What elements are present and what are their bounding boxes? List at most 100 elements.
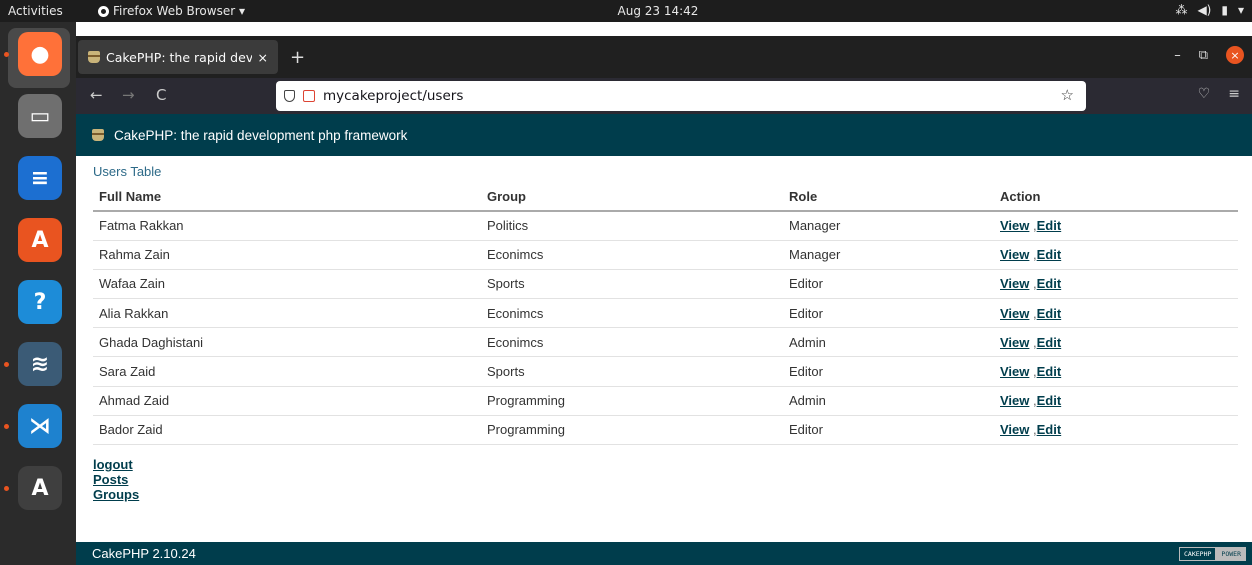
tracking-protection-icon[interactable] <box>284 90 295 102</box>
view-link[interactable]: View <box>1000 364 1029 379</box>
dock-writer-icon[interactable]: ≡ <box>18 156 62 200</box>
action-separator: , <box>1029 334 1037 350</box>
dock-help-icon[interactable]: ? <box>18 280 62 324</box>
url-bar[interactable]: mycakeproject/users ☆ <box>276 81 1086 111</box>
dock-vscode-icon[interactable]: ⋊ <box>18 404 62 448</box>
cell-role: Editor <box>783 356 994 387</box>
cell-group: Sports <box>481 269 783 300</box>
edit-link[interactable]: Edit <box>1037 306 1062 321</box>
action-separator: , <box>1029 422 1037 438</box>
cell-full-name: Ghada Daghistani <box>93 327 481 358</box>
edit-link[interactable]: Edit <box>1037 335 1062 350</box>
firefox-small-icon <box>98 5 109 17</box>
window-controls: – ⧉ × <box>1174 46 1244 64</box>
action-separator: , <box>1029 305 1037 321</box>
dock-files-icon[interactable]: ▭ <box>18 94 62 138</box>
cell-full-name: Wafaa Zain <box>93 269 481 300</box>
dock-firefox-icon[interactable]: ● <box>18 32 62 76</box>
edit-link[interactable]: Edit <box>1037 422 1062 437</box>
activities-button[interactable]: Activities <box>8 4 63 18</box>
column-header-full-name: Full Name <box>93 183 481 212</box>
column-header-role: Role <box>783 183 994 212</box>
url-text[interactable]: mycakeproject/users <box>323 88 463 104</box>
battery-icon: ▮ <box>1221 3 1228 17</box>
view-link[interactable]: View <box>1000 306 1029 321</box>
edit-link[interactable]: Edit <box>1037 364 1062 379</box>
back-button[interactable]: ← <box>90 86 103 104</box>
groups-link[interactable]: Groups <box>93 487 1238 502</box>
powered-by-badge[interactable]: CAKEPHP POWER <box>1179 547 1246 561</box>
posts-link[interactable]: Posts <box>93 472 1238 487</box>
navigation-bar: ← → C mycakeproject/users ☆ ♡ ≡ <box>76 78 1252 114</box>
view-link[interactable]: View <box>1000 335 1029 350</box>
tab-title: CakePHP: the rapid devel <box>106 49 252 65</box>
cell-group: Econimcs <box>481 240 783 270</box>
tab-cakephp[interactable]: CakePHP: the rapid devel × <box>78 40 278 74</box>
new-tab-button[interactable]: + <box>290 47 305 68</box>
bookmark-star-icon[interactable]: ☆ <box>1061 86 1074 104</box>
cell-group: Econimcs <box>481 327 783 358</box>
edit-link[interactable]: Edit <box>1037 393 1062 408</box>
restore-button[interactable]: ⧉ <box>1199 48 1208 63</box>
cell-full-name: Bador Zaid <box>93 415 481 446</box>
table-row: Alia Rakkan Econimcs Editor View ,Edit <box>93 298 1238 329</box>
cell-role: Editor <box>783 415 994 446</box>
view-link[interactable]: View <box>1000 276 1029 291</box>
dock-running-indicator <box>4 52 9 57</box>
cell-action: View ,Edit <box>994 415 1238 446</box>
table-row: Rahma Zain Econimcs Manager View ,Edit <box>93 240 1238 270</box>
tab-close-icon[interactable]: × <box>258 50 268 65</box>
action-separator: , <box>1029 247 1037 263</box>
header-title[interactable]: CakePHP: the rapid development php frame… <box>114 128 407 143</box>
cell-action: View ,Edit <box>994 240 1238 270</box>
cell-action: View ,Edit <box>994 269 1238 300</box>
logout-link[interactable]: logout <box>93 457 1238 472</box>
edit-link[interactable]: Edit <box>1037 276 1062 291</box>
cake-logo-icon <box>92 129 104 141</box>
forward-button[interactable]: → <box>122 86 135 104</box>
action-separator: , <box>1029 276 1037 292</box>
view-link[interactable]: View <box>1000 393 1029 408</box>
cell-group: Politics <box>481 211 783 241</box>
minimize-button[interactable]: – <box>1174 48 1181 63</box>
reload-button[interactable]: C <box>156 86 166 104</box>
dock-running-indicator <box>4 424 9 429</box>
app-menu[interactable]: Firefox Web Browser ▾ <box>98 4 245 18</box>
cell-group: Programming <box>481 386 783 416</box>
dock-software-icon[interactable]: A <box>18 218 62 262</box>
system-tray[interactable]: ⁂ ◀) ▮ ▾ <box>1175 3 1244 17</box>
cell-action: View ,Edit <box>994 327 1238 358</box>
powered-badge-right: POWER <box>1216 547 1246 561</box>
table-row: Ahmad Zaid Programming Admin View ,Edit <box>93 386 1238 416</box>
table-header-row: Full Name Group Role Action <box>93 183 1238 212</box>
dock-running-indicator <box>4 362 9 367</box>
pocket-icon[interactable]: ♡ <box>1198 86 1211 102</box>
content: Users Table Full Name Group Role Action … <box>93 164 1238 502</box>
view-link[interactable]: View <box>1000 247 1029 262</box>
tab-bar: CakePHP: the rapid devel × + – ⧉ × <box>76 36 1252 78</box>
system-top-bar: Activities Firefox Web Browser ▾ Aug 23 … <box>0 0 1252 22</box>
insecure-lock-icon[interactable] <box>303 90 315 102</box>
cell-group: Econimcs <box>481 298 783 329</box>
cell-role: Admin <box>783 386 994 416</box>
close-window-button[interactable]: × <box>1226 46 1244 64</box>
cell-group: Programming <box>481 415 783 446</box>
dock-updater-icon[interactable]: A <box>18 466 62 510</box>
view-link[interactable]: View <box>1000 422 1029 437</box>
clock[interactable]: Aug 23 14:42 <box>598 4 718 18</box>
cell-full-name: Rahma Zain <box>93 240 481 270</box>
table-row: Wafaa Zain Sports Editor View ,Edit <box>93 269 1238 300</box>
edit-link[interactable]: Edit <box>1037 218 1062 233</box>
column-header-action: Action <box>994 183 1238 212</box>
action-separator: , <box>1029 364 1037 380</box>
footer-links: logout Posts Groups <box>93 457 1238 502</box>
cake-header: CakePHP: the rapid development php frame… <box>76 114 1252 156</box>
cell-group: Sports <box>481 356 783 387</box>
app-menu-icon[interactable]: ≡ <box>1228 86 1240 102</box>
table-row: Bador Zaid Programming Editor View ,Edit <box>93 415 1238 446</box>
cell-full-name: Ahmad Zaid <box>93 386 481 416</box>
view-link[interactable]: View <box>1000 218 1029 233</box>
dock-mysql-workbench-icon[interactable]: ≋ <box>18 342 62 386</box>
column-header-group: Group <box>481 183 783 212</box>
edit-link[interactable]: Edit <box>1037 247 1062 262</box>
